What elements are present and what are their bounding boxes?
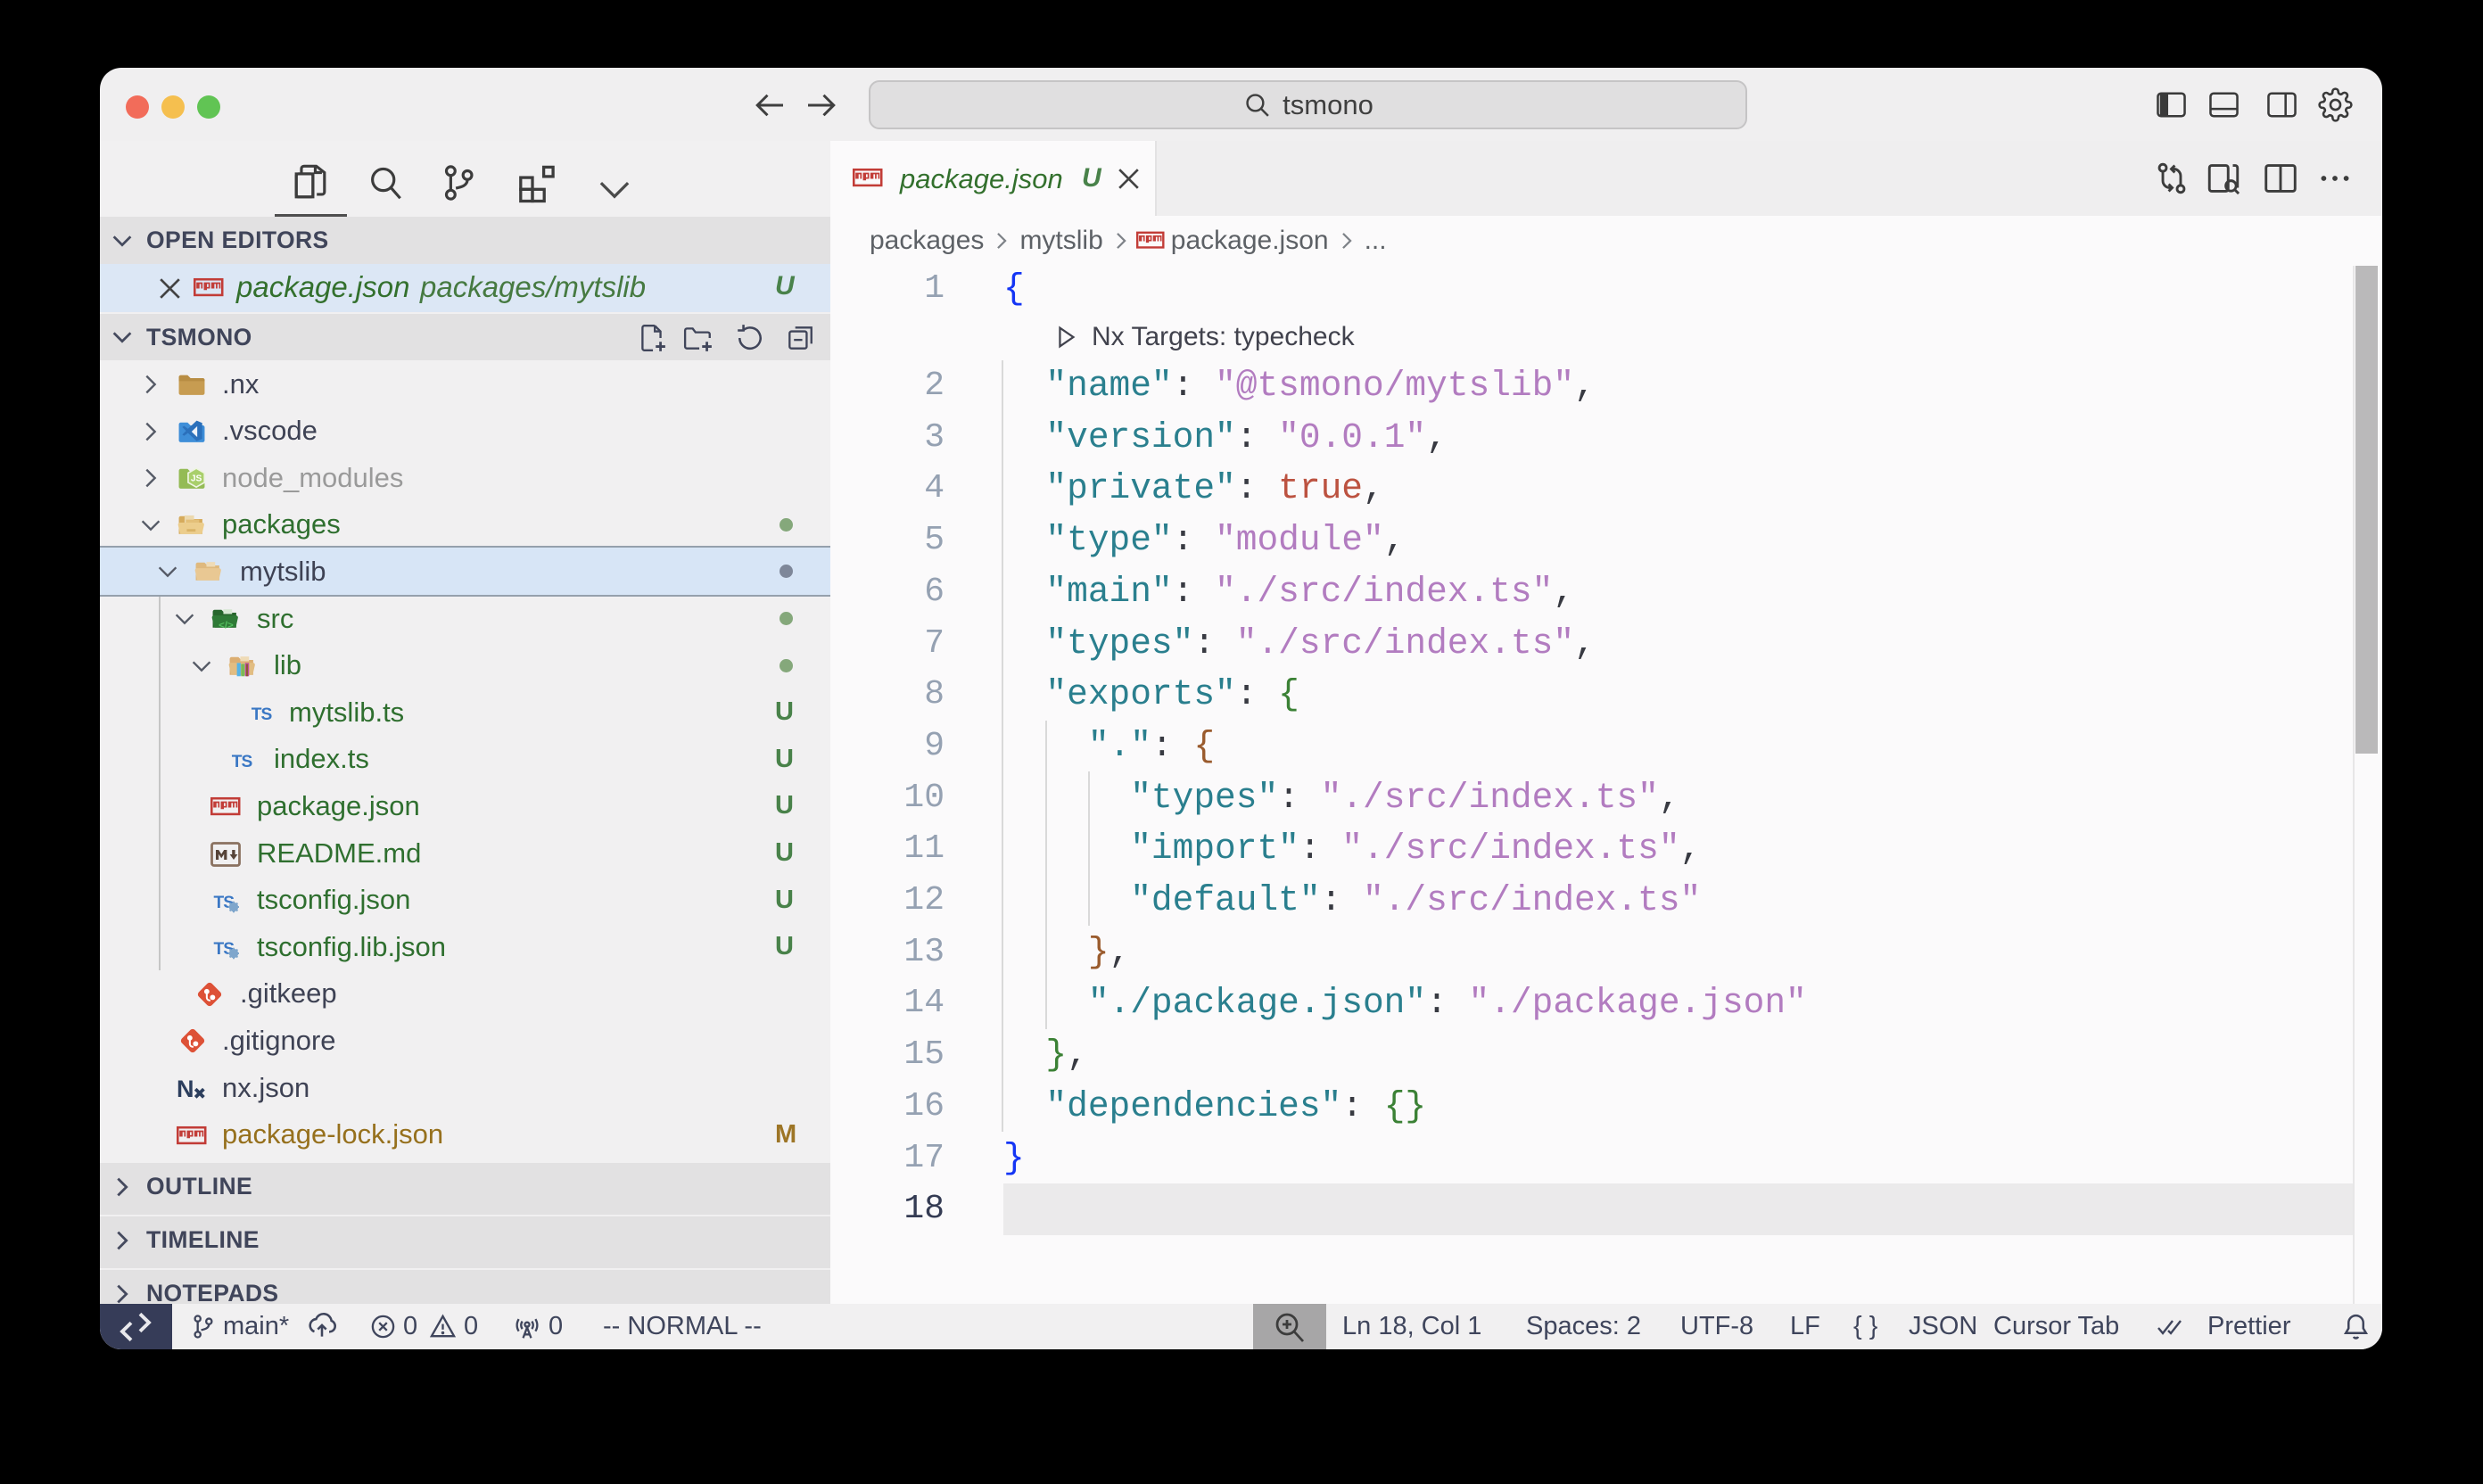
svg-text:N: N — [177, 1076, 194, 1102]
svg-text:</>: </> — [219, 620, 234, 631]
svg-text:JS: JS — [191, 474, 202, 484]
svg-text:TS: TS — [252, 705, 273, 724]
svg-text:TS: TS — [232, 753, 253, 771]
